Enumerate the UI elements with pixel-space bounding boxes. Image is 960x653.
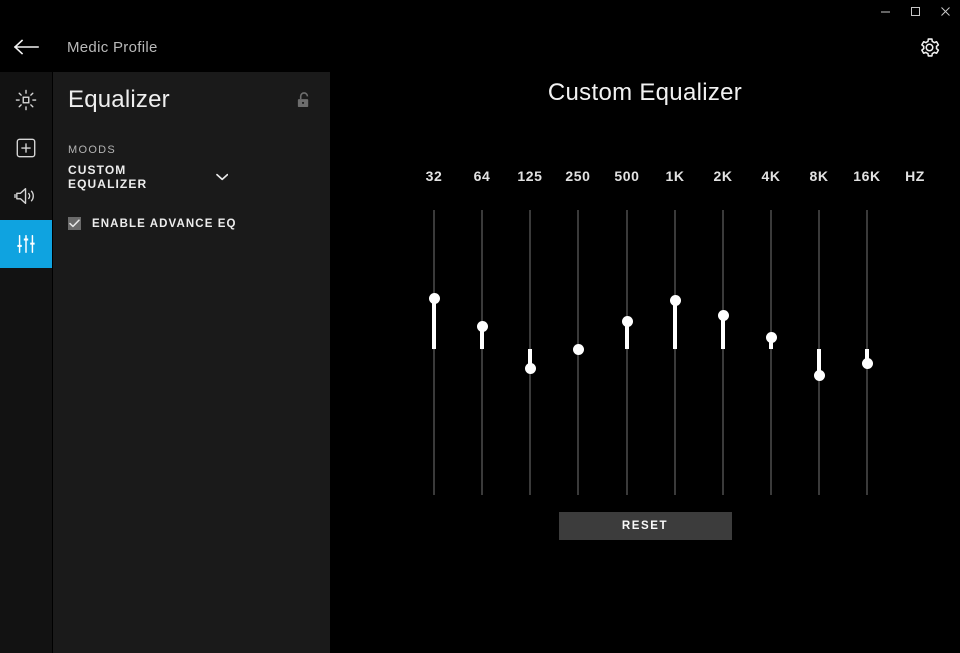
moods-selected-value: CUSTOM EQUALIZER — [68, 163, 204, 191]
moods-label: MOODS — [68, 144, 330, 156]
unlocked-padlock-icon — [296, 91, 311, 109]
slider-fill — [673, 300, 677, 349]
sidebar-item-equalizer[interactable] — [0, 220, 52, 268]
reset-button-wrap: RESET — [330, 512, 960, 540]
close-icon — [940, 6, 951, 17]
eq-slider-125[interactable] — [518, 210, 542, 495]
slider-knob[interactable] — [718, 310, 729, 321]
freq-label-500: 500 — [614, 168, 639, 184]
page-title: Medic Profile — [67, 39, 158, 56]
chevron-down-icon — [216, 173, 228, 181]
slider-track — [433, 210, 435, 495]
eq-slider-1k[interactable] — [663, 210, 687, 495]
moods-dropdown[interactable]: CUSTOM EQUALIZER — [68, 163, 228, 191]
panel-header: Equalizer — [53, 72, 330, 114]
slider-track — [626, 210, 628, 495]
slider-track — [770, 210, 772, 495]
freq-label-125: 125 — [517, 168, 542, 184]
freq-label-64: 64 — [474, 168, 491, 184]
slider-knob[interactable] — [622, 316, 633, 327]
gear-icon — [918, 36, 941, 59]
enable-advance-eq-label: ENABLE ADVANCE EQ — [92, 218, 237, 230]
window-maximize-button[interactable] — [900, 0, 930, 22]
slider-knob[interactable] — [477, 321, 488, 332]
slider-knob[interactable] — [766, 332, 777, 343]
checkbox-box — [68, 217, 81, 230]
eq-slider-4k[interactable] — [759, 210, 783, 495]
equalizer-settings-panel: Equalizer MOODS CUSTOM EQUALIZER ENABLE … — [53, 72, 330, 653]
speaker-icon — [14, 185, 38, 207]
slider-knob[interactable] — [670, 295, 681, 306]
freq-label-2k: 2K — [713, 168, 732, 184]
equalizer-sliders — [330, 210, 960, 500]
slider-knob[interactable] — [573, 344, 584, 355]
eq-slider-16k[interactable] — [855, 210, 879, 495]
sidebar-item-lighting[interactable] — [0, 76, 52, 124]
slider-track — [722, 210, 724, 495]
freq-label-32: 32 — [426, 168, 443, 184]
freq-label-16k: 16K — [853, 168, 880, 184]
equalizer-title: Custom Equalizer — [330, 79, 960, 107]
frequency-unit-label: HZ — [905, 168, 925, 184]
equalizer-main: Custom Equalizer 32 64 125 250 500 1K 2K 4K 8K 16… — [330, 72, 960, 653]
window-close-button[interactable] — [930, 0, 960, 22]
back-button[interactable] — [0, 22, 52, 72]
settings-button[interactable] — [912, 30, 946, 64]
eq-slider-8k[interactable] — [807, 210, 831, 495]
frequency-axis: 32 64 125 250 500 1K 2K 4K 8K 16K HZ — [330, 168, 960, 188]
lock-toggle-button[interactable] — [294, 89, 312, 111]
window-titlebar — [0, 0, 960, 22]
plus-square-icon — [15, 137, 37, 159]
sidebar-item-add-profile[interactable] — [0, 124, 52, 172]
eq-slider-32[interactable] — [422, 210, 446, 495]
slider-fill — [432, 298, 436, 349]
minimize-icon — [880, 6, 891, 17]
arrow-left-icon — [13, 39, 39, 55]
sidebar-icon-rail — [0, 72, 52, 653]
window-minimize-button[interactable] — [870, 0, 900, 22]
slider-knob[interactable] — [429, 293, 440, 304]
freq-label-4k: 4K — [761, 168, 780, 184]
app-header: Medic Profile — [0, 22, 960, 72]
eq-slider-64[interactable] — [470, 210, 494, 495]
slider-knob[interactable] — [525, 363, 536, 374]
slider-track — [481, 210, 483, 495]
equalizer-icon — [15, 233, 37, 255]
brightness-icon — [15, 89, 37, 111]
enable-advance-eq-checkbox[interactable]: ENABLE ADVANCE EQ — [68, 217, 330, 230]
reset-button[interactable]: RESET — [559, 512, 732, 540]
slider-track — [674, 210, 676, 495]
eq-slider-500[interactable] — [615, 210, 639, 495]
checkmark-icon — [69, 219, 80, 228]
slider-knob[interactable] — [862, 358, 873, 369]
eq-slider-250[interactable] — [566, 210, 590, 495]
slider-knob[interactable] — [814, 370, 825, 381]
freq-label-1k: 1K — [665, 168, 684, 184]
panel-title: Equalizer — [68, 86, 170, 114]
maximize-icon — [910, 6, 921, 17]
sidebar-item-audio[interactable] — [0, 172, 52, 220]
freq-label-8k: 8K — [809, 168, 828, 184]
freq-label-250: 250 — [565, 168, 590, 184]
eq-slider-2k[interactable] — [711, 210, 735, 495]
